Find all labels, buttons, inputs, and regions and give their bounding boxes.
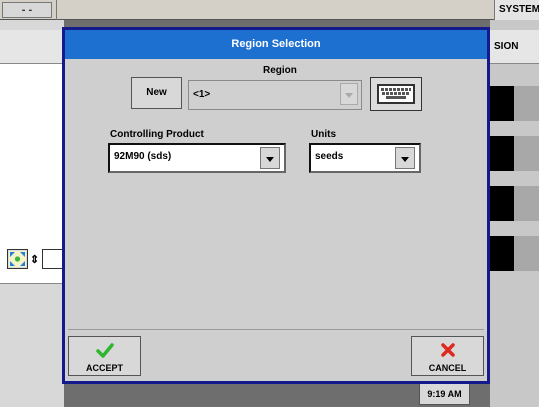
accept-button[interactable]: ACCEPT xyxy=(68,336,141,376)
region-label: Region xyxy=(263,65,297,76)
units-select[interactable]: seeds xyxy=(309,143,421,173)
status-tile[interactable] xyxy=(490,186,514,221)
left-panel-header xyxy=(0,30,64,64)
controlling-product-label: Controlling Product xyxy=(110,129,204,140)
region-dropdown-arrow[interactable] xyxy=(340,83,358,105)
region-selection-dialog: Region Selection Region New <1> Controll… xyxy=(62,27,490,384)
chevron-down-icon xyxy=(266,157,274,162)
status-tile-side xyxy=(514,236,539,271)
units-label: Units xyxy=(311,129,336,140)
cancel-label: CANCEL xyxy=(428,363,467,373)
status-tile-side xyxy=(514,136,539,171)
controlling-product-select[interactable]: 92M90 (sds) xyxy=(108,143,286,173)
accept-label: ACCEPT xyxy=(85,363,123,373)
dialog-title: Region Selection xyxy=(65,30,487,59)
system-tab[interactable]: SYSTEM xyxy=(494,0,539,20)
checkmark-icon xyxy=(96,343,114,358)
expand-arrows-button[interactable] xyxy=(7,249,28,269)
new-region-button[interactable]: New xyxy=(131,77,182,109)
units-dropdown-arrow[interactable] xyxy=(395,147,415,169)
right-panel-header: SION xyxy=(490,30,539,64)
keyboard-button[interactable] xyxy=(370,77,422,111)
status-tile[interactable] xyxy=(490,136,514,171)
status-tile[interactable] xyxy=(490,86,514,121)
chevron-down-icon xyxy=(345,93,353,98)
top-bar-divider xyxy=(56,0,57,20)
side-input[interactable] xyxy=(42,249,64,269)
arrows-label: ⇕ xyxy=(30,254,40,266)
controlling-product-value: 92M90 (sds) xyxy=(114,151,172,162)
status-tile[interactable] xyxy=(490,236,514,271)
top-menu-button[interactable]: - - xyxy=(2,2,52,18)
expand-arrows-icon xyxy=(9,251,26,267)
region-select[interactable]: <1> xyxy=(188,80,362,110)
dialog-divider xyxy=(68,329,484,330)
top-bar xyxy=(0,0,539,20)
status-tile-side xyxy=(514,86,539,121)
units-value: seeds xyxy=(315,151,344,162)
controlling-product-dropdown-arrow[interactable] xyxy=(260,147,280,169)
region-select-value: <1> xyxy=(193,89,211,100)
status-tile-side xyxy=(514,186,539,221)
x-icon xyxy=(441,343,455,357)
clock: 9:19 AM xyxy=(419,383,470,405)
chevron-down-icon xyxy=(401,157,409,162)
keyboard-icon xyxy=(377,84,415,104)
cancel-button[interactable]: CANCEL xyxy=(411,336,484,376)
